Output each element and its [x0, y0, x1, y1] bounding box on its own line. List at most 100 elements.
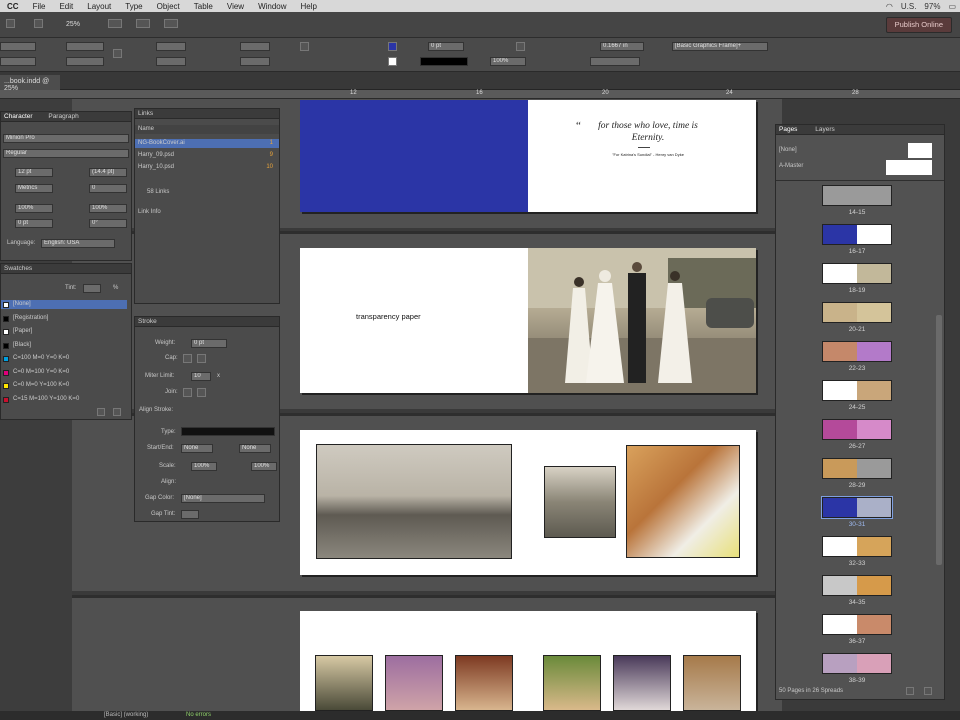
document-tab[interactable]: ...book.indd @ 25% — [0, 75, 60, 92]
constrain-icon[interactable] — [113, 49, 122, 58]
spread-thumb[interactable] — [822, 341, 892, 362]
master-a[interactable]: A-Master — [779, 163, 803, 169]
page-right[interactable]: “ for those who love, time is Eternity. … — [528, 100, 756, 212]
view-options-icon[interactable] — [108, 19, 122, 28]
zoom-level[interactable]: 25% — [66, 21, 80, 28]
tint-field[interactable] — [83, 284, 101, 293]
spread-thumb[interactable] — [822, 458, 892, 479]
w-field[interactable] — [66, 42, 104, 51]
small-group-photo[interactable] — [544, 466, 616, 538]
new-page-icon[interactable] — [906, 687, 914, 695]
menu-edit[interactable]: Edit — [52, 2, 80, 11]
link-row[interactable]: NG-BookCover.ai 1 — [135, 139, 279, 148]
menu-window[interactable]: Window — [251, 2, 293, 11]
swatch-row[interactable]: C=100 M=0 Y=0 K=0 — [1, 354, 127, 363]
group-photo[interactable] — [316, 444, 512, 559]
photo-tile[interactable] — [683, 655, 741, 711]
font-family-field[interactable]: Minion Pro — [3, 134, 129, 143]
horizontal-scale-field[interactable]: 100% — [89, 204, 127, 213]
photo-tile[interactable] — [613, 655, 671, 711]
spread-thumb[interactable] — [822, 224, 892, 245]
round-cap-icon[interactable] — [197, 354, 206, 363]
menu-type[interactable]: Type — [118, 2, 149, 11]
publish-online-button[interactable]: Publish Online — [885, 17, 952, 33]
swatch-row[interactable]: C=0 M=0 Y=100 K=0 — [1, 381, 127, 390]
spread-thumb[interactable] — [822, 536, 892, 557]
swatch-row[interactable]: [Registration] — [1, 314, 127, 323]
spread-thumb[interactable] — [822, 263, 892, 284]
link-row[interactable]: Harry_10.psd 10 — [135, 163, 279, 172]
tab-pages[interactable]: Pages — [779, 126, 797, 133]
scale-end-field[interactable]: 100% — [251, 462, 277, 471]
photo-tile[interactable] — [455, 655, 513, 711]
bride-color-photo[interactable] — [626, 445, 740, 558]
spread-thumb[interactable] — [822, 185, 892, 206]
gap-tint-field[interactable] — [181, 510, 199, 519]
delete-page-icon[interactable] — [924, 687, 932, 695]
new-swatch-icon[interactable] — [97, 408, 105, 416]
x-field[interactable] — [0, 42, 36, 51]
swatch-row[interactable]: [Paper] — [1, 327, 127, 336]
wedding-photo[interactable] — [528, 248, 756, 393]
rotate-field[interactable] — [240, 42, 270, 51]
swatch-row[interactable]: [Black] — [1, 341, 127, 350]
start-select[interactable]: None — [181, 444, 213, 453]
swatch-row[interactable]: C=0 M=100 Y=0 K=0 — [1, 368, 127, 377]
leading-field[interactable]: (14.4 pt) — [89, 168, 127, 177]
preflight-profile[interactable]: [Basic] (working) — [104, 711, 148, 720]
menu-layout[interactable]: Layout — [80, 2, 118, 11]
tab-layers[interactable]: Layers — [815, 126, 835, 133]
page-left[interactable] — [300, 100, 528, 212]
weight-field[interactable]: 0 pt — [191, 339, 227, 348]
link-row[interactable]: Harry_09.psd 9 — [135, 151, 279, 160]
flip-icon[interactable] — [300, 42, 309, 51]
scale-start-field[interactable]: 100% — [191, 462, 217, 471]
scale-y-field[interactable] — [156, 57, 186, 66]
corner-measure-field[interactable]: 0.1667 in — [600, 42, 644, 51]
link-info-label[interactable]: Link Info — [138, 209, 161, 215]
vertical-scale-field[interactable]: 100% — [15, 204, 53, 213]
swatches-title[interactable]: Swatches — [1, 264, 131, 274]
y-field[interactable] — [0, 57, 36, 66]
fx-icon[interactable] — [516, 42, 525, 51]
spread-thumb[interactable] — [821, 496, 893, 519]
tab-paragraph[interactable]: Paragraph — [48, 113, 78, 120]
pages-scrollbar[interactable] — [936, 315, 942, 565]
bridge-icon[interactable] — [6, 19, 15, 28]
screen-mode-icon[interactable] — [136, 19, 150, 28]
swatch-row[interactable]: [None] — [1, 300, 127, 309]
app-menu[interactable]: CC — [0, 2, 26, 11]
miter-join-icon[interactable] — [183, 388, 192, 397]
language-field[interactable]: English: USA — [41, 239, 115, 248]
gap-color-select[interactable]: [None] — [181, 494, 265, 503]
object-style-field[interactable]: [Basic Graphics Frame]+ — [672, 42, 768, 51]
kerning-field[interactable]: Metrics — [15, 184, 53, 193]
page-right[interactable] — [528, 248, 756, 393]
fill-swatch[interactable] — [388, 42, 397, 51]
wifi-icon[interactable]: ◠ — [886, 2, 893, 11]
tab-character[interactable]: Character — [4, 113, 33, 120]
miter-field[interactable]: 10 — [191, 372, 211, 381]
h-field[interactable] — [66, 57, 104, 66]
stroke-type-field[interactable] — [420, 57, 468, 66]
delete-swatch-icon[interactable] — [113, 408, 121, 416]
links-title[interactable]: Links — [135, 109, 279, 119]
master-none[interactable]: [None] — [779, 147, 797, 153]
end-select[interactable]: None — [239, 444, 271, 453]
input-source[interactable]: U.S. — [901, 2, 917, 11]
butt-cap-icon[interactable] — [183, 354, 192, 363]
spread-thumb[interactable] — [822, 575, 892, 596]
menu-view[interactable]: View — [220, 2, 251, 11]
menu-help[interactable]: Help — [294, 2, 324, 11]
battery-icon[interactable]: ▭ — [948, 2, 956, 11]
name-column-label[interactable]: Name — [138, 126, 154, 132]
round-join-icon[interactable] — [197, 388, 206, 397]
spread-thumb[interactable] — [822, 380, 892, 401]
photo-tile[interactable] — [385, 655, 443, 711]
tracking-field[interactable]: 0 — [89, 184, 127, 193]
stock-icon[interactable] — [34, 19, 43, 28]
skew-field[interactable]: 0° — [89, 219, 127, 228]
menu-object[interactable]: Object — [150, 2, 187, 11]
stroke-swatch[interactable] — [388, 57, 397, 66]
spread-thumb[interactable] — [822, 653, 892, 674]
